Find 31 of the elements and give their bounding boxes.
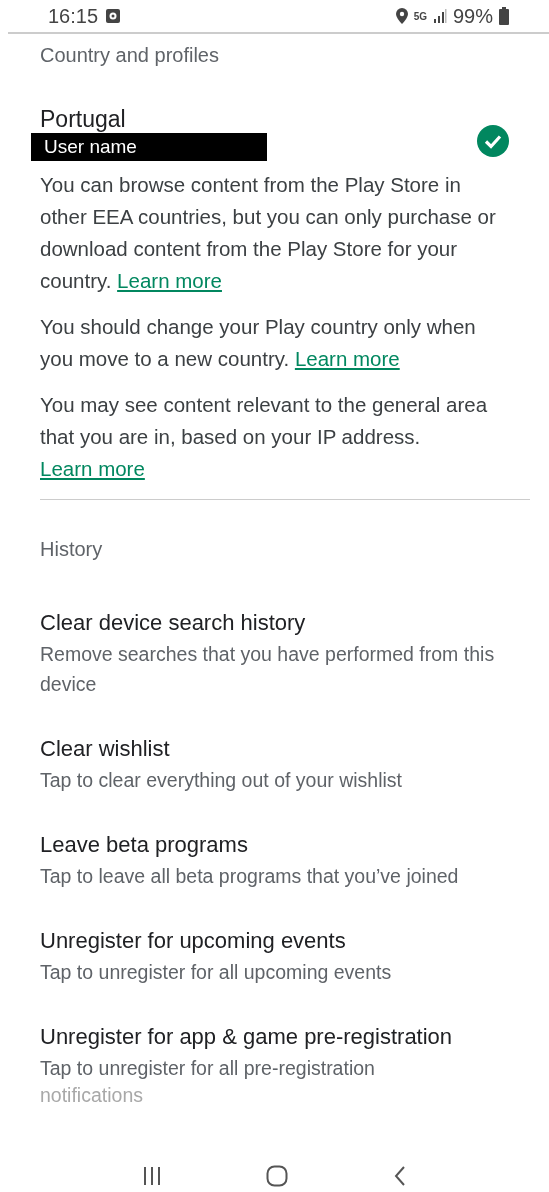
info-paragraph: You should change your Play country only when you move to a new country. Learn more: [40, 314, 477, 372]
setting-description: Remove searches that you have performed from this device: [40, 642, 496, 697]
notification-icon: [106, 9, 121, 23]
network-label: 5G: [413, 10, 427, 22]
location-icon: [395, 8, 408, 24]
status-time: 16:15: [48, 4, 99, 28]
learn-more-link[interactable]: Learn more: [40, 457, 145, 480]
setting-title[interactable]: Clear wishlist: [40, 735, 509, 763]
learn-more-link[interactable]: Learn more: [117, 269, 222, 292]
setting-description: Tap to clear everything out of your wishlist: [40, 768, 403, 793]
section-label: Country and profiles: [40, 44, 220, 67]
setting-title[interactable]: Unregister for app & game pre-registration: [40, 1023, 509, 1051]
user-name: User name: [31, 133, 267, 161]
section-label: History: [40, 538, 104, 561]
setting-description: Tap to leave all beta programs that you’ve joined: [40, 864, 460, 889]
battery-icon: [499, 7, 509, 25]
recent-apps-icon[interactable]: [142, 1166, 163, 1186]
setting-description: Tap to unregister for all pre-registration: [40, 1056, 376, 1081]
setting-title[interactable]: Unregister for upcoming events: [40, 927, 509, 955]
home-icon[interactable]: [266, 1165, 289, 1187]
signal-icon: [432, 9, 447, 23]
setting-description: Tap to unregister for all upcoming events: [40, 960, 393, 985]
battery-percent: 99%: [452, 4, 493, 28]
setting-title[interactable]: Clear device search history: [40, 609, 509, 637]
back-icon[interactable]: [392, 1165, 407, 1187]
info-paragraph: You can browse content from the Play Store in other EEA countries, but you can only purchase or download content from the Play Store for your country. Learn more: [40, 172, 497, 294]
setting-title[interactable]: Leave beta programs: [40, 831, 509, 859]
faded-description: notifications: [40, 1083, 144, 1107]
info-paragraph: You may see content relevant to the general area that you are in, based on your IP address. Learn more: [40, 392, 489, 482]
learn-more-link[interactable]: Learn more: [294, 347, 400, 370]
country-name: Portugal: [40, 105, 127, 133]
